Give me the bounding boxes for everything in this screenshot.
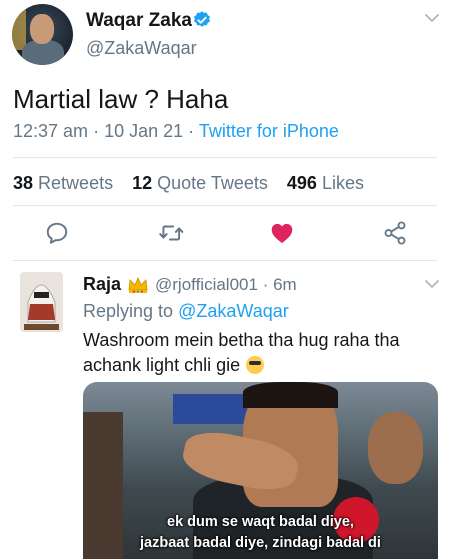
reply-icon[interactable] [44, 220, 70, 246]
tweet-date: 10 Jan 21 [104, 121, 184, 141]
replying-mention-link[interactable]: @ZakaWaqar [178, 301, 289, 321]
retweets-count: 38 [13, 173, 34, 193]
reply-media-image[interactable]: ek dum se waqt badal diye, jazbaat badal… [83, 382, 438, 559]
verified-badge-icon [194, 11, 210, 27]
reply-author-handle[interactable]: @rjofficial001 · 6m [155, 275, 297, 295]
avatar-illustration [24, 284, 59, 330]
avatar-face [30, 14, 54, 44]
chevron-down-icon[interactable] [424, 12, 440, 24]
divider [13, 260, 437, 261]
tweet-time: 12:37 am [13, 121, 89, 141]
chevron-down-icon[interactable] [424, 278, 440, 290]
tweet-stats: 38 Retweets 12 Quote Tweets 496 Likes [13, 173, 364, 194]
like-icon[interactable] [269, 220, 295, 246]
meta-separator: · [262, 275, 274, 294]
meta-separator: · [93, 121, 105, 141]
media-subtitle-line-2: jazbaat badal diye, zindagi badal di [140, 535, 381, 551]
tweet-source-link[interactable]: Twitter for iPhone [199, 121, 339, 141]
quotes-count: 12 [132, 173, 153, 193]
quote-tweets-stat[interactable]: 12 Quote Tweets [132, 173, 268, 193]
author-avatar[interactable] [12, 4, 73, 65]
retweet-icon[interactable] [158, 220, 184, 246]
author-handle[interactable]: @ZakaWaqar [86, 38, 197, 59]
reply-author-avatar[interactable] [20, 272, 63, 332]
tweet-text: Martial law ? Haha [13, 84, 229, 114]
reply-author-name[interactable]: Raja [83, 274, 121, 295]
replying-to-line: Replying to @ZakaWaqar [83, 301, 289, 322]
likes-stat[interactable]: 496 Likes [287, 173, 364, 193]
sunglasses-emoji-icon [246, 356, 265, 374]
quotes-label: Quote Tweets [157, 173, 268, 193]
reply-text: Washroom mein betha tha hug raha tha ach… [83, 328, 433, 378]
media-subtitle-line-1: ek dum se waqt badal diye, [167, 514, 354, 530]
divider [13, 205, 437, 206]
share-icon[interactable] [382, 220, 408, 246]
avatar-background [12, 10, 26, 50]
meta-separator: · [188, 121, 199, 141]
reply-time: 6m [273, 275, 297, 294]
replying-prefix: Replying to [83, 301, 174, 321]
retweets-label: Retweets [38, 173, 114, 193]
reply-text-content: Washroom mein betha tha hug raha tha ach… [83, 330, 400, 375]
crown-emoji-icon [128, 276, 148, 293]
retweets-stat[interactable]: 38 Retweets [13, 173, 113, 193]
speaker-hair [243, 382, 338, 408]
author-name[interactable]: Waqar Zaka [86, 10, 192, 32]
likes-label: Likes [321, 173, 364, 193]
tweet-meta: 12:37 am · 10 Jan 21 · Twitter for iPhon… [13, 121, 339, 142]
divider [13, 157, 437, 158]
likes-count: 496 [286, 173, 317, 193]
bystander-right [368, 412, 423, 484]
reply-handle-text: @rjofficial001 [155, 275, 258, 294]
